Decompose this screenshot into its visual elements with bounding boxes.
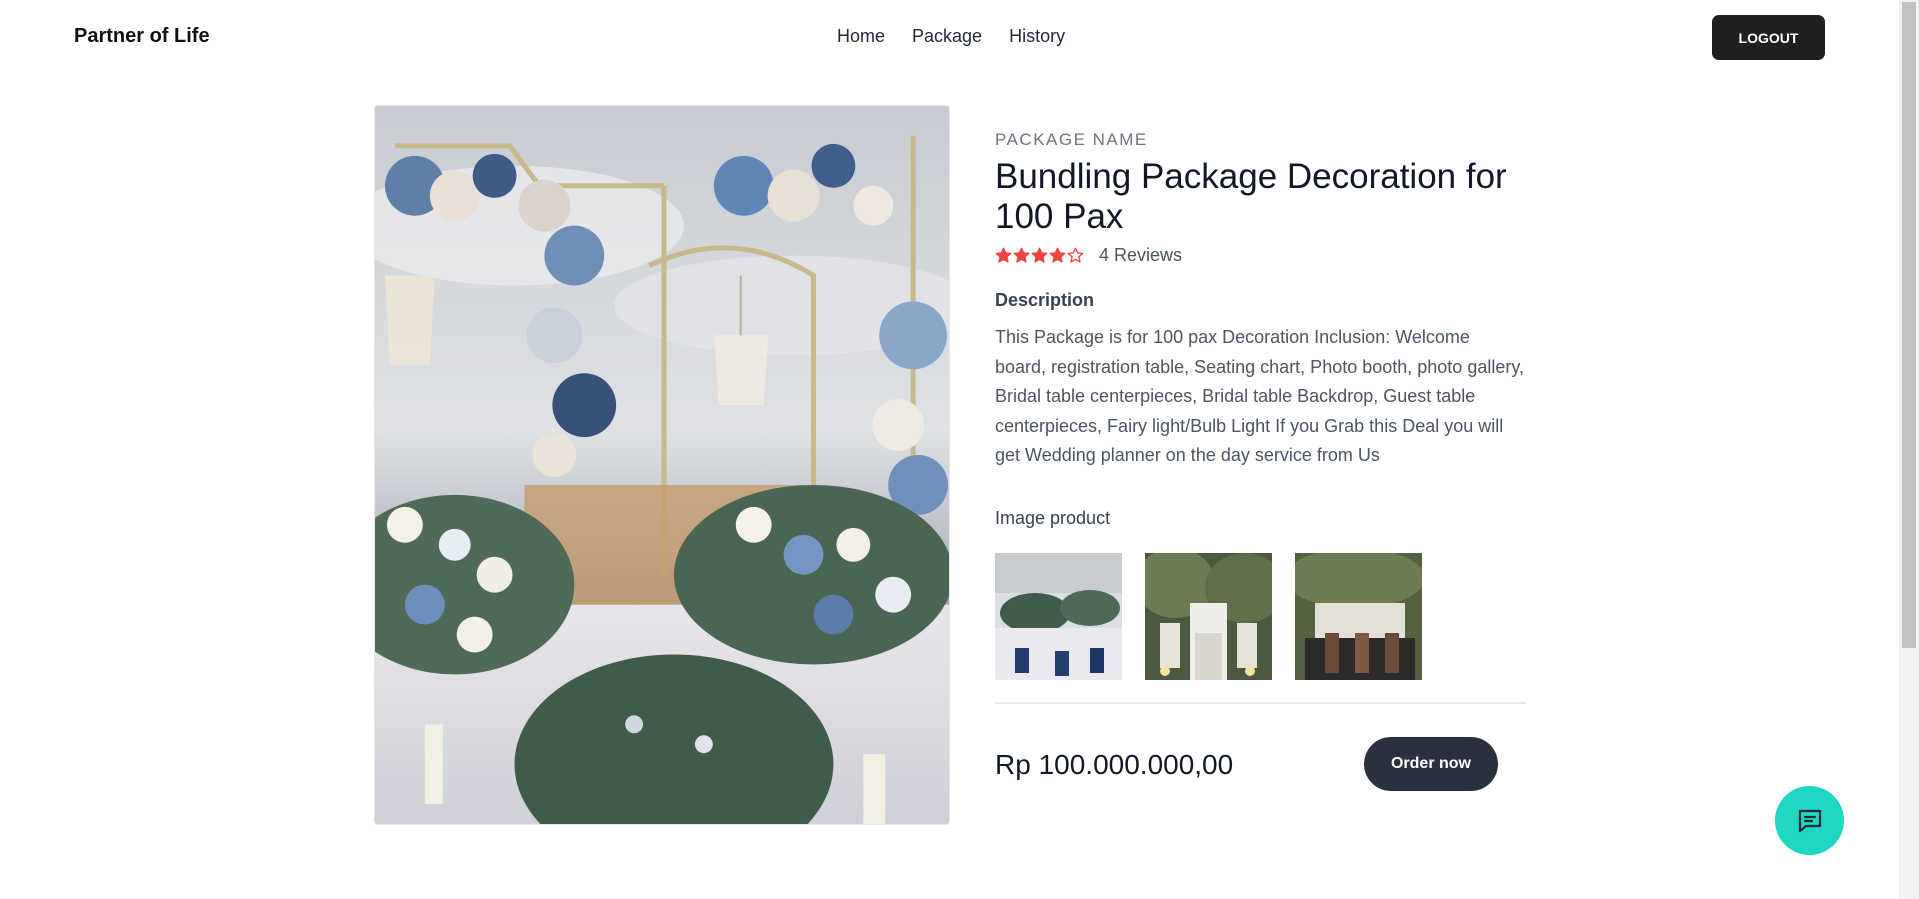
main-nav: Home Package History [837,26,1065,47]
star-outline-icon [1067,247,1084,263]
image-thumbnails [995,552,1525,680]
star-filled-icon [1049,247,1066,263]
product-details: PACKAGE NAME Bundling Package Decoration… [995,130,1526,791]
product-title: Bundling Package Decoration for 100 Pax [995,157,1507,236]
chat-button[interactable] [1775,786,1844,855]
star-filled-icon [995,247,1012,263]
thumbnail-2[interactable] [1145,552,1272,680]
description-heading: Description [995,290,1095,310]
scrollbar-thumb[interactable] [1902,2,1916,648]
image-product-label: Image product [995,507,1111,528]
review-count[interactable]: 4 Reviews [1099,245,1182,266]
chat-bubble-icon [1798,809,1821,832]
nav-history[interactable]: History [1009,26,1065,47]
logout-button[interactable]: LOGOUT [1712,15,1825,60]
order-now-button[interactable]: Order now [1364,736,1498,791]
thumbnail-3[interactable] [1295,552,1422,680]
package-name-label: PACKAGE NAME [995,130,1148,149]
divider [995,701,1526,704]
thumbnail-1[interactable] [995,552,1122,680]
purchase-row: Rp 100.000.000,00 Order now [995,736,1525,791]
star-filled-icon [1013,247,1030,263]
description-text: This Package is for 100 pax Decoration I… [995,327,1525,465]
rating: 4 Reviews [995,245,1525,266]
star-filled-icon [1031,247,1048,263]
site-header: Partner of Life Home Package History LOG… [0,0,1899,74]
rating-stars [995,247,1084,264]
brand-logo[interactable]: Partner of Life [74,25,210,48]
nav-package[interactable]: Package [912,26,982,47]
price: Rp 100.000.000,00 [995,748,1234,780]
product-main-image [374,105,950,825]
nav-home[interactable]: Home [837,26,885,47]
scrollbar[interactable] [1899,0,1919,899]
